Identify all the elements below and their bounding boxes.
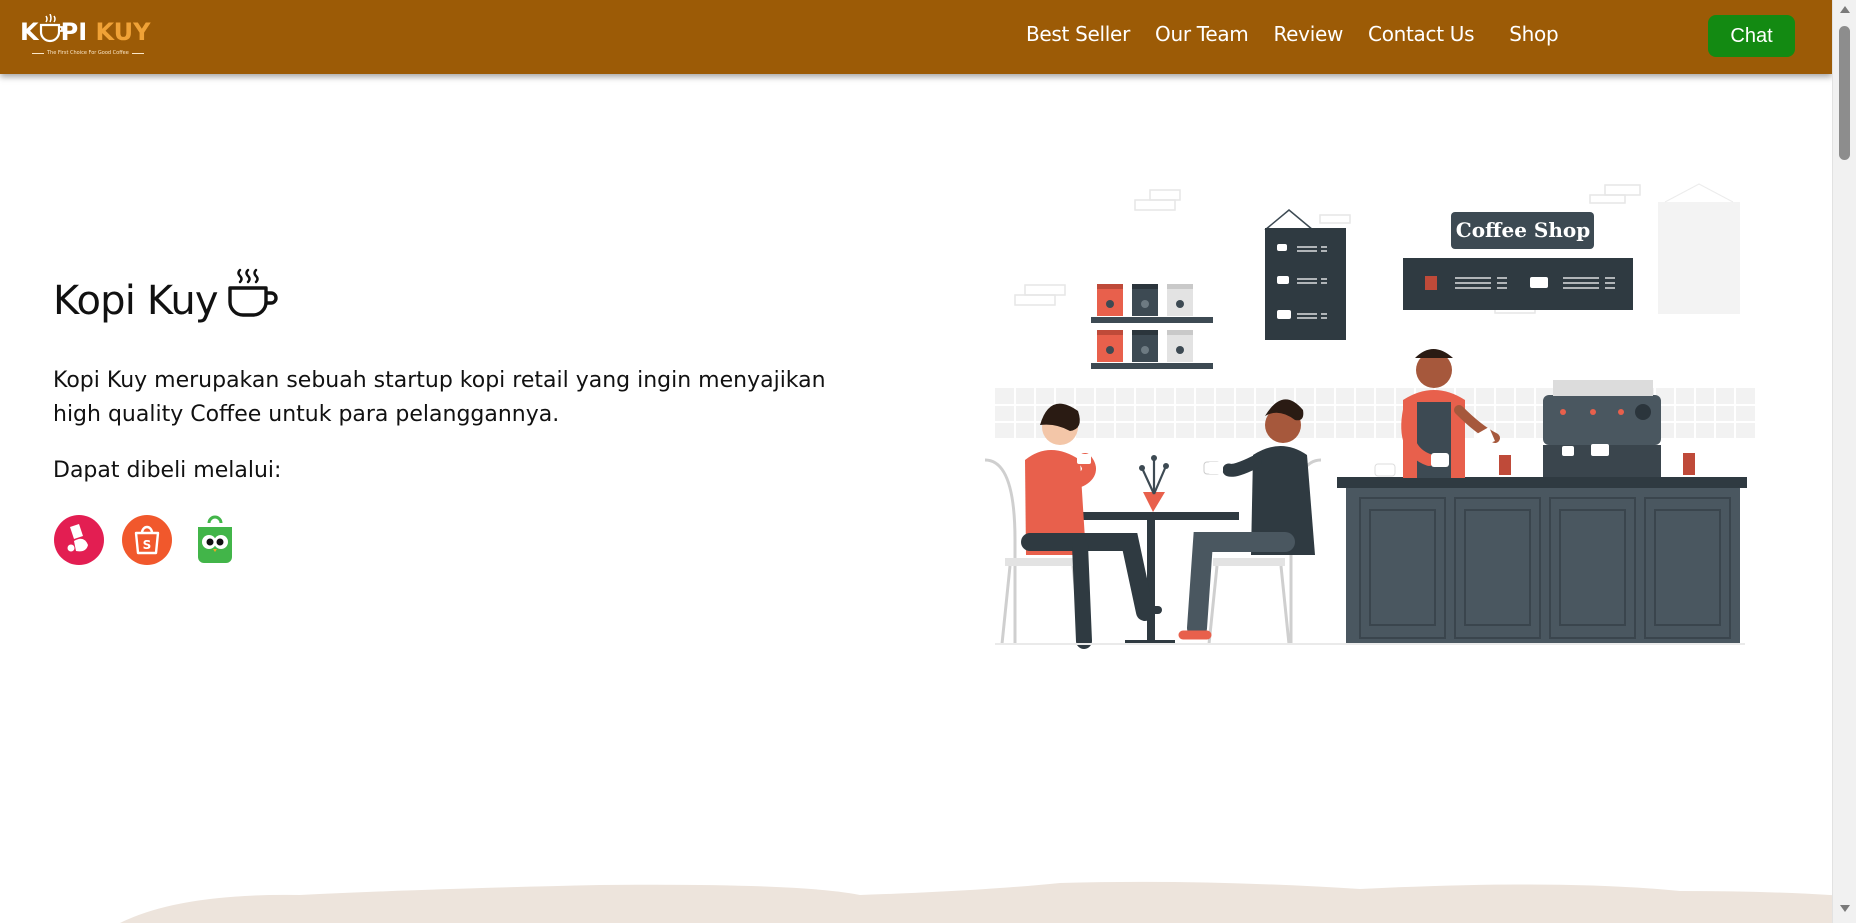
shopee-icon[interactable]: S — [122, 515, 172, 565]
logo-cup-icon — [39, 14, 63, 43]
nav-our-team[interactable]: Our Team — [1155, 22, 1249, 46]
logo-line-right — [132, 53, 144, 54]
decorative-wave — [120, 881, 1832, 923]
nav-shop[interactable]: Shop — [1509, 22, 1558, 46]
coffee-shop-sign-text: Coffee Shop — [1456, 218, 1590, 242]
nav-contact-us[interactable]: Contact Us — [1368, 22, 1475, 46]
bukalapak-icon[interactable] — [54, 515, 104, 565]
marketplace-links: S — [54, 515, 258, 565]
svg-text:S: S — [143, 538, 152, 552]
logo-line-left — [32, 53, 44, 54]
main-nav: Best Seller Our Team Review Contact Us S… — [1026, 22, 1583, 46]
logo-tagline: The First Choice For Good Coffee — [47, 50, 129, 56]
buy-label: Dapat dibeli melalui: — [53, 458, 282, 483]
coffee-shop-illustration: Coffee Shop — [985, 183, 1755, 649]
brand-logo[interactable]: K PI KUY The First Choice For Good Coffee — [20, 14, 160, 60]
nav-best-seller[interactable]: Best Seller — [1026, 22, 1130, 46]
hero-title-row: Kopi Kuy — [53, 266, 282, 324]
page-scrollbar[interactable] — [1832, 0, 1856, 923]
scroll-up-arrow-icon[interactable] — [1840, 6, 1850, 13]
coffee-cup-icon — [228, 268, 278, 317]
navbar: K PI KUY The First Choice For Good Coffee… — [0, 0, 1832, 74]
hero-description: Kopi Kuy merupakan sebuah startup kopi r… — [53, 368, 826, 427]
chat-button[interactable]: Chat — [1708, 15, 1795, 57]
tokopedia-icon[interactable] — [190, 515, 240, 565]
hero-title: Kopi Kuy — [53, 278, 219, 324]
scroll-down-arrow-icon[interactable] — [1840, 905, 1850, 912]
scroll-thumb[interactable] — [1839, 26, 1850, 160]
nav-review[interactable]: Review — [1273, 22, 1343, 46]
